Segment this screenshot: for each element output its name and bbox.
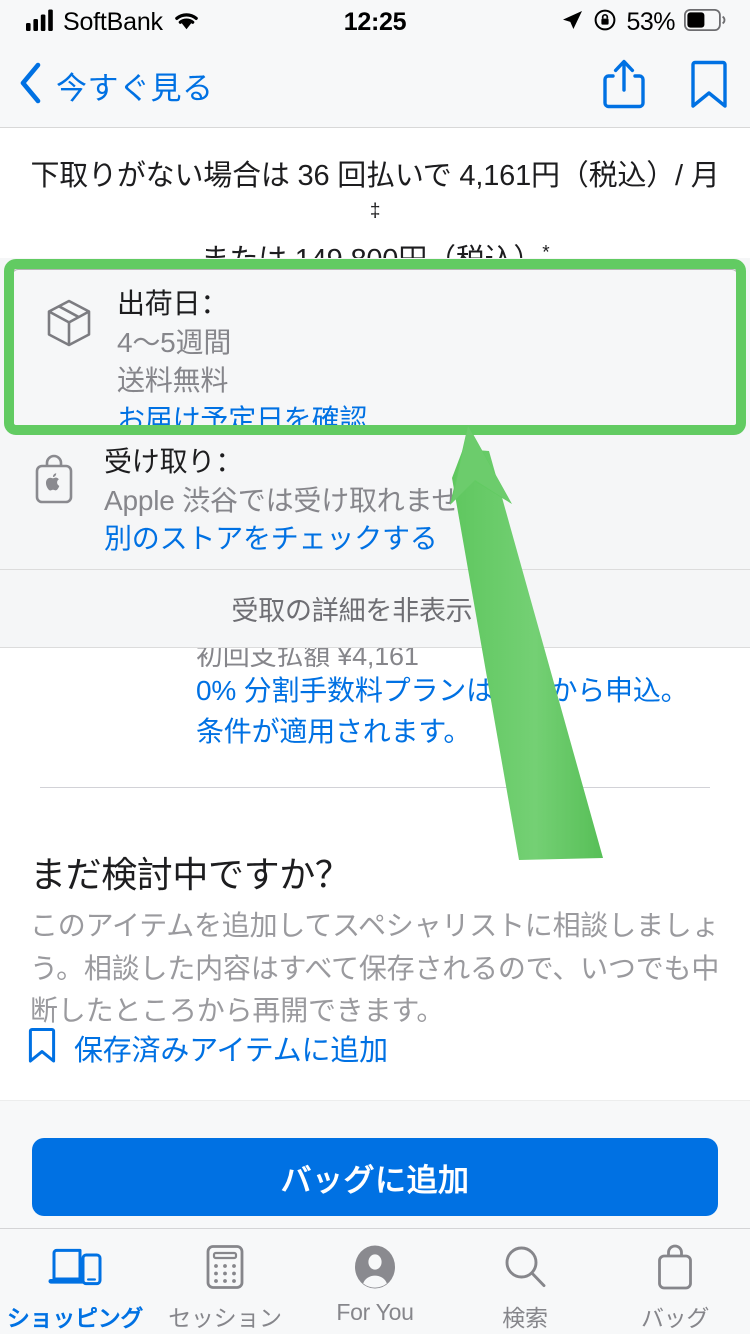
pickup-section: 受け取り： Apple 渋谷では受け取れません。 別のストアをチェックする — [0, 438, 750, 570]
person-circle-icon — [352, 1243, 398, 1291]
share-icon[interactable] — [602, 58, 646, 115]
app-screen: SoftBank 12:25 53% 今すぐ見る 下取りがない場合は 36 回払… — [0, 0, 750, 1334]
tab-sessions-label: セッション — [168, 1305, 282, 1331]
collapse-details-label: 受取の詳細を非表示 — [231, 596, 473, 626]
delivery-text: 出荷日： 4〜5週間 送料無料 お届け予定日を確認 — [117, 285, 717, 440]
tab-search[interactable]: 検索 — [450, 1229, 600, 1334]
price-line-monthly: 下取りがない場合は 36 回払いで 4,161円（税込）/ 月‡ — [30, 160, 720, 222]
pickup-text: 受け取り： Apple 渋谷では受け取れません。 別のストアをチェックする — [104, 443, 730, 559]
price-block: 下取りがない場合は 36 回払いで 4,161円（税込）/ 月‡ または 149… — [0, 129, 750, 276]
still-deciding-body: このアイテムを追加してスペシャリストに相談しましょう。相談した内容はすべて保存さ… — [30, 910, 720, 1027]
delivery-shipping-cost: 送料無料 — [117, 365, 229, 397]
battery-icon — [683, 8, 726, 36]
pickup-other-store-link[interactable]: 別のストアをチェックする — [104, 520, 730, 559]
rotation-lock-icon — [593, 8, 617, 37]
chevron-left-icon — [18, 62, 42, 109]
apple-bag-icon — [31, 452, 77, 506]
shopping-bag-icon — [655, 1243, 695, 1291]
tab-sessions[interactable]: セッション — [150, 1229, 300, 1334]
scroll-content: 初回支払額 ¥4,161 0% 分割手数料プランはここから申込。条件が適用されま… — [0, 648, 750, 1100]
tab-for-you[interactable]: For You — [300, 1229, 450, 1334]
tab-bar: ショッピング セッション For You 検索 バッグ — [0, 1228, 750, 1334]
location-arrow-icon — [560, 8, 584, 37]
divider — [40, 787, 710, 788]
tab-for-you-label: For You — [336, 1299, 414, 1325]
magnifier-icon — [502, 1243, 548, 1291]
nav-bar: 今すぐ見る — [0, 44, 750, 128]
pickup-title: 受け取り： — [104, 446, 244, 477]
tab-shopping-label: ショッピング — [6, 1305, 144, 1331]
chevron-up-icon — [491, 597, 519, 620]
still-deciding-title: まだ検討中ですか？ — [30, 854, 351, 895]
delivery-date-link[interactable]: お届け予定日を確認 — [117, 401, 717, 440]
calculator-icon — [204, 1243, 246, 1291]
signal-bars-icon — [26, 9, 54, 36]
delivery-eta: 4〜5週間 — [117, 326, 232, 358]
bookmark-icon — [28, 1026, 56, 1069]
status-bar-right: 53% — [560, 0, 726, 44]
tab-shopping[interactable]: ショッピング — [0, 1229, 150, 1334]
tab-bag[interactable]: バッグ — [600, 1229, 750, 1334]
tab-bag-label: バッグ — [640, 1305, 710, 1331]
clock-label: 12:25 — [343, 7, 407, 36]
status-bar-left: SoftBank — [26, 8, 201, 37]
wifi-icon — [172, 9, 201, 36]
status-bar: SoftBank 12:25 53% — [0, 0, 750, 44]
back-button-label: 今すぐ見る — [56, 71, 214, 106]
collapse-details-button[interactable]: 受取の詳細を非表示 — [0, 570, 750, 648]
laptop-phone-icon — [46, 1243, 104, 1291]
save-item-button[interactable]: 保存済みアイテムに追加 — [28, 1026, 388, 1069]
carrier-label: SoftBank — [63, 7, 163, 36]
pickup-status: Apple 渋谷では受け取れません。 — [104, 484, 515, 516]
cta-section: バッグに追加 — [0, 1100, 750, 1228]
price-footnote-marker-1: ‡ — [369, 200, 381, 222]
tab-search-label: 検索 — [502, 1305, 548, 1331]
save-item-label: 保存済みアイテムに追加 — [74, 1034, 388, 1067]
delivery-card[interactable]: 出荷日： 4〜5週間 送料無料 お届け予定日を確認 — [12, 269, 738, 435]
delivery-title: 出荷日： — [117, 288, 229, 319]
back-button[interactable]: 今すぐ見る — [18, 62, 214, 109]
delivery-section: 出荷日： 4〜5週間 送料無料 お届け予定日を確認 — [0, 258, 750, 438]
battery-percent-label: 53% — [626, 7, 675, 36]
add-to-bag-button[interactable]: バッグに追加 — [32, 1138, 718, 1216]
package-box-icon — [43, 297, 95, 349]
bookmark-icon[interactable] — [690, 58, 728, 115]
financing-link[interactable]: 0% 分割手数料プランはここから申込。条件が適用されます。 — [196, 670, 710, 753]
nav-actions — [602, 44, 728, 128]
